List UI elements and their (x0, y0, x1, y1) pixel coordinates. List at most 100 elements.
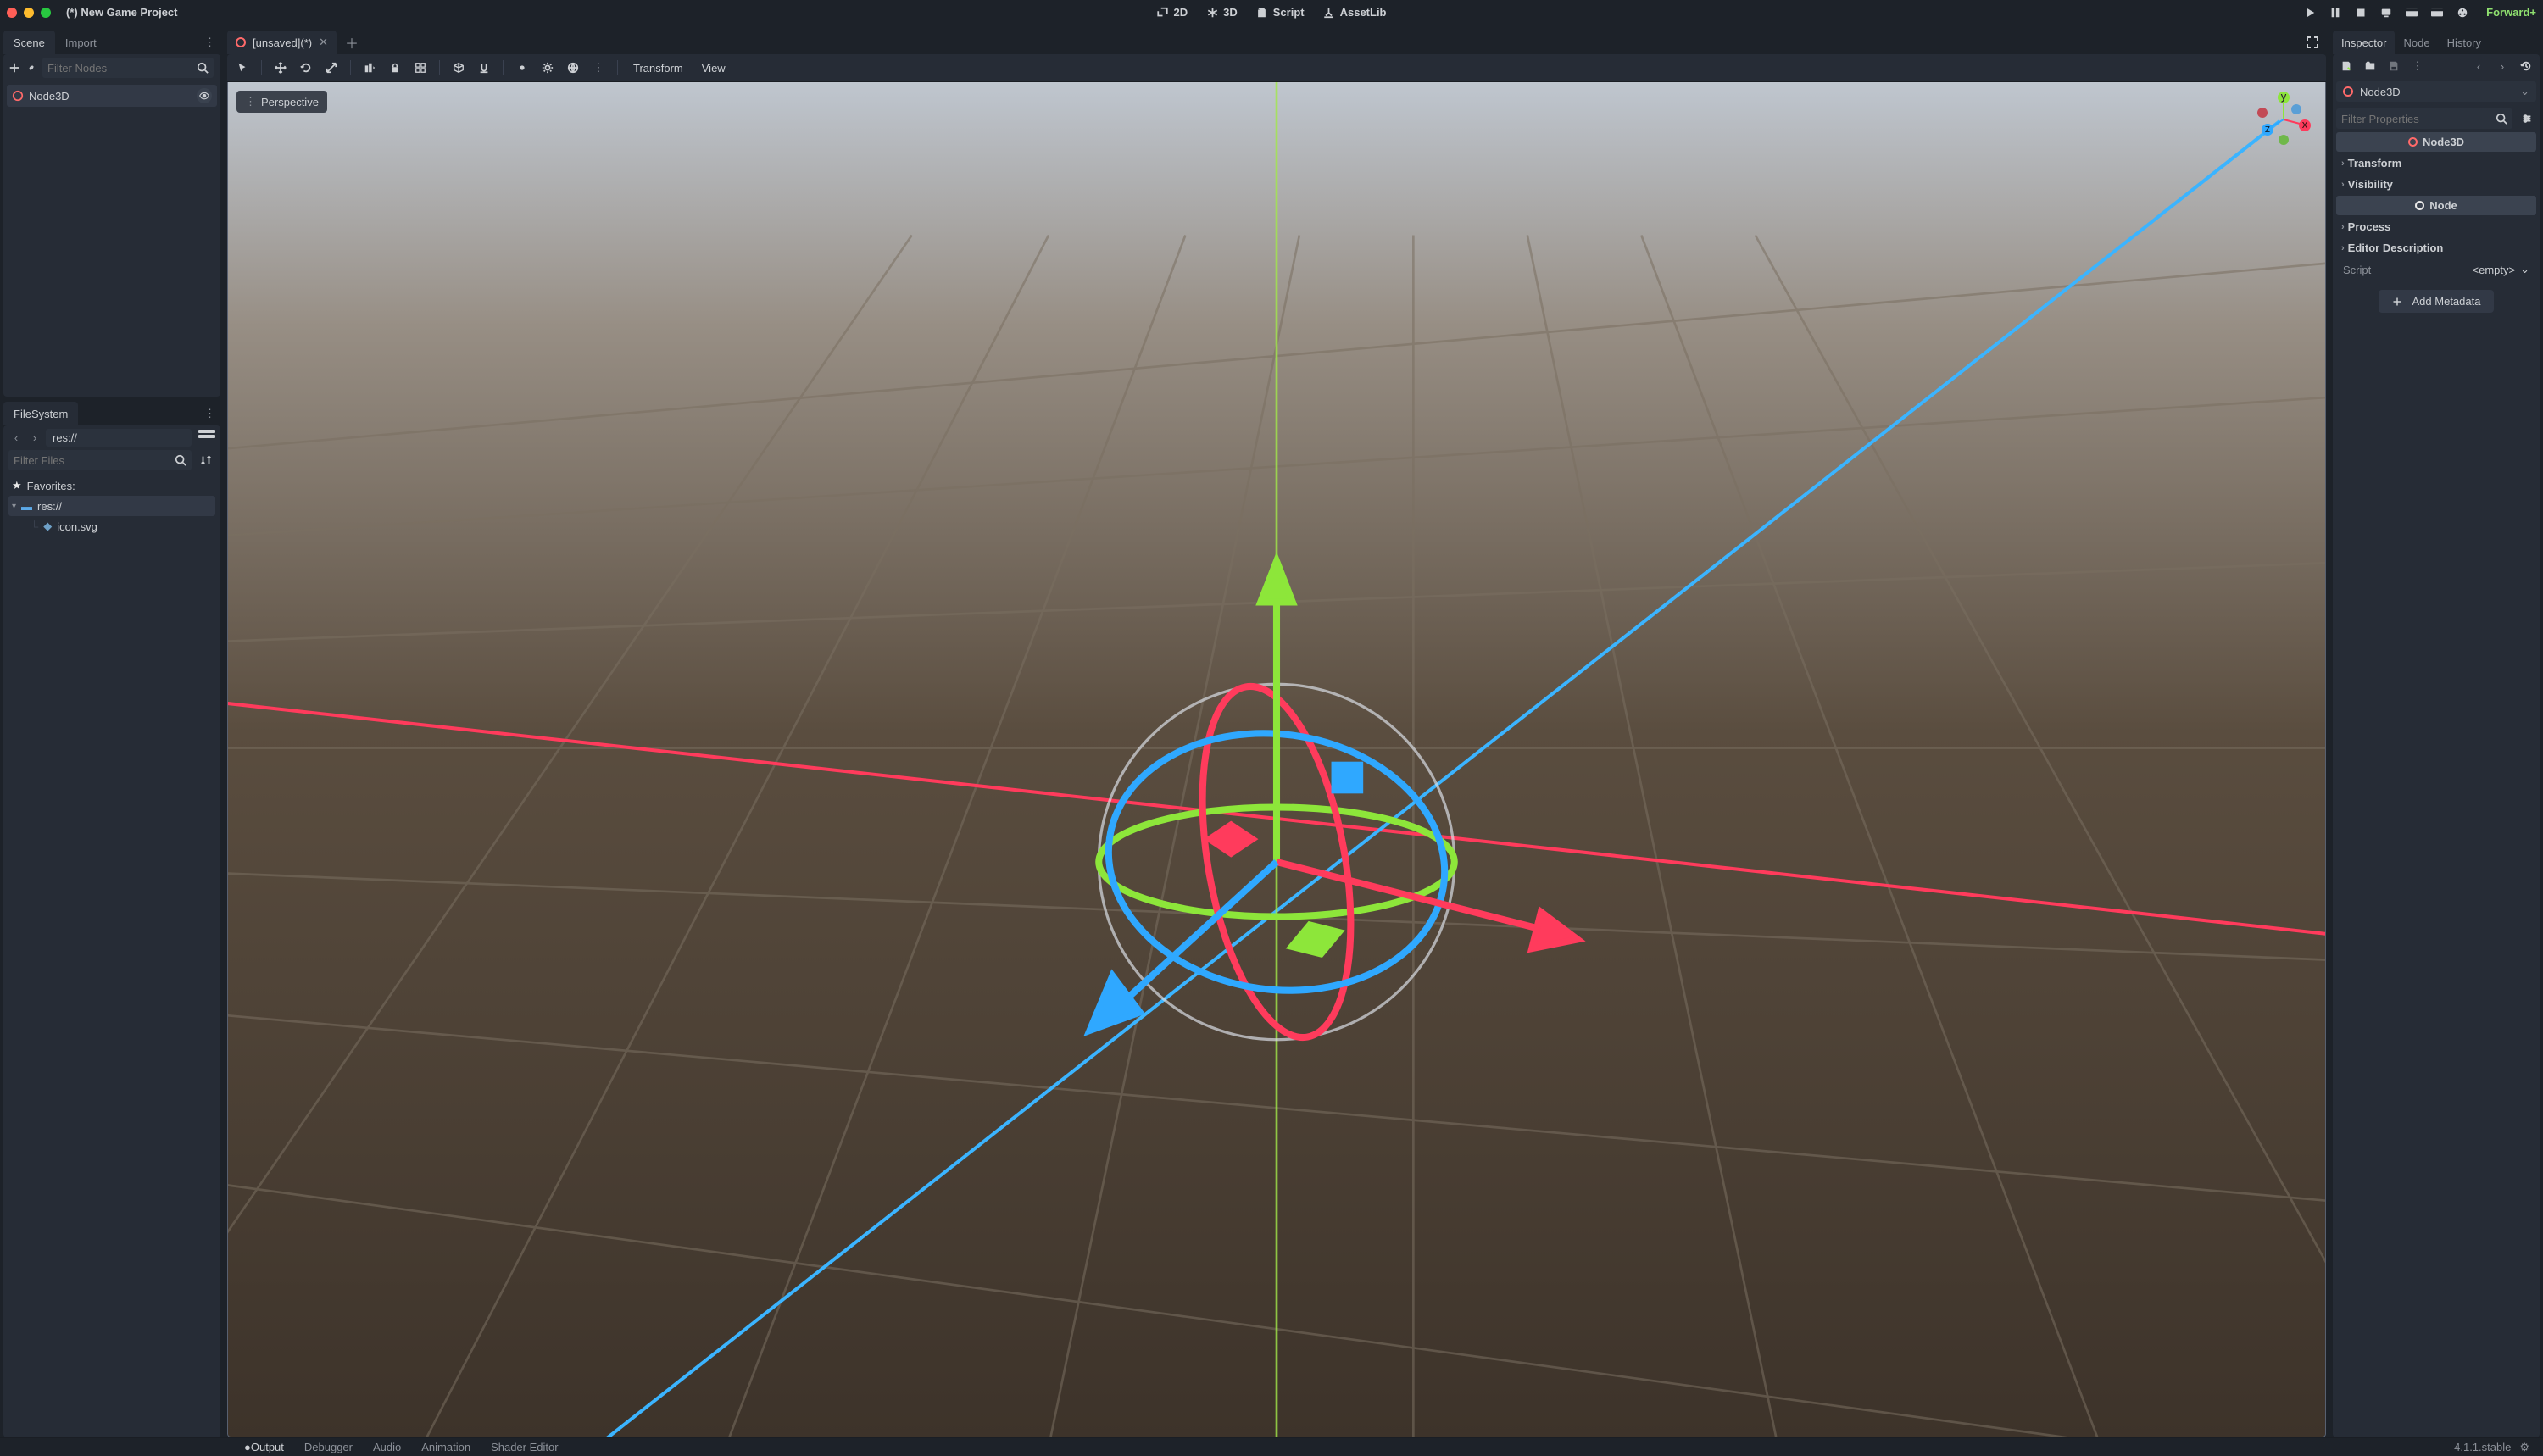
group-button[interactable] (410, 58, 431, 78)
inspector-script-label: Script (2343, 264, 2371, 276)
lock-button[interactable] (385, 58, 405, 78)
tab-history[interactable]: History (2439, 31, 2490, 54)
bottom-audio[interactable]: Audio (363, 1441, 411, 1453)
preview-env-button[interactable] (563, 58, 583, 78)
workspace-3d-label: 3D (1223, 6, 1238, 19)
play-custom-scene-button[interactable] (2430, 6, 2444, 19)
tree-line-icon: └ (31, 520, 38, 533)
workspace-2d-label: 2D (1174, 6, 1188, 19)
inspector-fold-process[interactable]: ›Process (2336, 217, 2536, 236)
move-tool-button[interactable] (270, 58, 291, 78)
chevron-down-icon: ⌄ (2520, 85, 2529, 98)
preview-sun-button[interactable] (537, 58, 558, 78)
window-title: (*) New Game Project (66, 6, 178, 19)
fs-file-label: icon.svg (57, 520, 97, 533)
play-scene-button[interactable] (2405, 6, 2418, 19)
workspace-assetlib-button[interactable]: AssetLib (1323, 6, 1387, 19)
sun-disabled-icon[interactable] (512, 58, 532, 78)
play-button[interactable] (2303, 6, 2317, 19)
view-menu[interactable]: View (695, 62, 732, 75)
bottom-output[interactable]: ●Output (234, 1441, 294, 1453)
filter-properties-input[interactable] (2341, 113, 2496, 125)
fs-sort-button[interactable] (197, 451, 215, 470)
inspector-load-button[interactable] (2362, 58, 2379, 75)
toggle-visibility-button[interactable] (197, 88, 212, 103)
fs-path-field[interactable]: res:// (46, 429, 192, 447)
scene-panel-menu-icon[interactable]: ⋮ (199, 36, 220, 49)
workspace-2d-button[interactable]: 2D (1157, 6, 1188, 19)
search-icon (175, 454, 186, 466)
inspector-forward-button[interactable]: › (2494, 58, 2511, 75)
tab-filesystem[interactable]: FileSystem (3, 402, 78, 425)
fs-root-label: res:// (37, 500, 62, 513)
inspector-save-button[interactable] (2385, 58, 2402, 75)
bottom-gear-icon[interactable]: ⚙ (2519, 1441, 2529, 1454)
inspector-back-button[interactable]: ‹ (2470, 58, 2487, 75)
fs-favorites-label: Favorites: (27, 480, 75, 492)
inspector-section-node[interactable]: Node (2336, 196, 2536, 215)
svg-text:z: z (2265, 122, 2271, 135)
inspector-fold-transform[interactable]: ›Transform (2336, 153, 2536, 173)
distraction-free-button[interactable] (2299, 36, 2326, 49)
inspector-section-node3d[interactable]: Node3D (2336, 132, 2536, 152)
folder-icon: ▬ (21, 500, 32, 513)
fs-forward-button[interactable]: › (27, 431, 42, 444)
inspector-settings-icon[interactable] (2518, 109, 2536, 128)
inspector-fold-editor-desc[interactable]: ›Editor Description (2336, 238, 2536, 258)
local-coords-button[interactable] (359, 58, 380, 78)
inspector-object-select[interactable]: Node3D ⌄ (2336, 81, 2536, 102)
scene-node-root[interactable]: Node3D (7, 85, 217, 107)
svg-file-icon: ◆ (43, 520, 52, 533)
bottom-shader[interactable]: Shader Editor (481, 1441, 569, 1453)
viewport-3d[interactable]: ⋮ Perspective (227, 82, 2326, 1437)
window-zoom-icon[interactable] (41, 8, 51, 18)
stop-button[interactable] (2354, 6, 2368, 19)
pause-button[interactable] (2329, 6, 2342, 19)
new-scene-button[interactable]: ＋ (345, 32, 359, 53)
bottom-debugger[interactable]: Debugger (294, 1441, 363, 1453)
window-close-icon[interactable] (7, 8, 17, 18)
inspector-more-icon[interactable]: ⋮ (2409, 58, 2426, 75)
workspace-assetlib-label: AssetLib (1340, 6, 1387, 19)
cube-button[interactable] (448, 58, 469, 78)
inspector-open-doc-button[interactable] (2338, 58, 2355, 75)
fs-back-button[interactable]: ‹ (8, 431, 24, 444)
inspector-script-value[interactable]: <empty>⌄ (2473, 263, 2530, 276)
inspector-object-label: Node3D (2360, 86, 2401, 98)
filesystem-panel-menu-icon[interactable]: ⋮ (199, 407, 220, 420)
snap-button[interactable] (474, 58, 494, 78)
viewport-more-icon[interactable]: ⋮ (588, 58, 609, 78)
window-minimize-icon[interactable] (24, 8, 34, 18)
version-label: 4.1.1.stable (2454, 1441, 2511, 1453)
close-tab-button[interactable]: ✕ (319, 36, 328, 49)
inspector-history-button[interactable] (2518, 58, 2535, 75)
select-tool-button[interactable] (232, 58, 253, 78)
rotate-tool-button[interactable] (296, 58, 316, 78)
add-metadata-button[interactable]: Add Metadata (2379, 290, 2495, 313)
tab-scene[interactable]: Scene (3, 31, 55, 54)
tab-node[interactable]: Node (2395, 31, 2438, 54)
workspace-script-button[interactable]: Script (1256, 6, 1305, 19)
filter-nodes-input[interactable] (47, 62, 197, 75)
scale-tool-button[interactable] (321, 58, 342, 78)
scene-tab-unsaved[interactable]: [unsaved](*) ✕ (227, 31, 337, 54)
filter-files-input[interactable] (14, 454, 175, 467)
axis-gizmo[interactable]: y x z (2254, 91, 2313, 145)
workspace-3d-button[interactable]: 3D (1206, 6, 1238, 19)
bottom-animation[interactable]: Animation (411, 1441, 481, 1453)
attach-script-button[interactable] (219, 58, 220, 77)
fs-root[interactable]: ▾ ▬ res:// (8, 496, 215, 516)
movie-maker-button[interactable] (2456, 6, 2469, 19)
inspector-fold-visibility[interactable]: ›Visibility (2336, 175, 2536, 194)
run-remote-button[interactable] (2379, 6, 2393, 19)
tab-import[interactable]: Import (55, 31, 107, 54)
workspace-script-label: Script (1273, 6, 1305, 19)
tab-inspector[interactable]: Inspector (2333, 31, 2395, 54)
fs-view-toggle[interactable] (198, 430, 215, 447)
fs-file-item[interactable]: └ ◆ icon.svg (8, 516, 215, 536)
fs-favorites[interactable]: ★ Favorites: (8, 475, 215, 496)
transform-menu[interactable]: Transform (626, 62, 690, 75)
renderer-select[interactable]: Forward+ (2486, 6, 2536, 19)
add-node-button[interactable] (8, 58, 20, 77)
instance-scene-button[interactable] (25, 58, 37, 77)
